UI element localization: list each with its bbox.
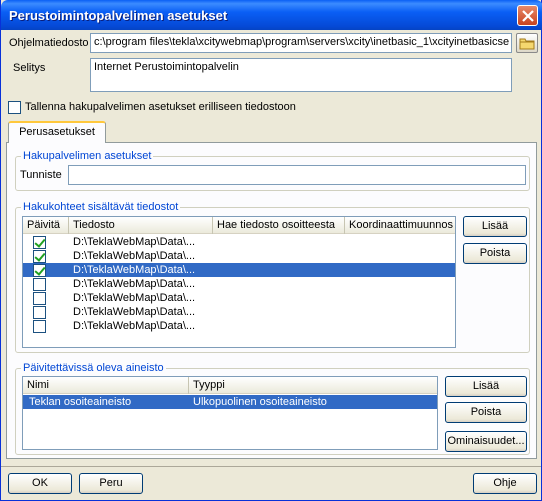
file-path-cell: D:\TeklaWebMap\Data\...: [73, 264, 196, 276]
title-bar: Perustoimintopalvelimen asetukset: [1, 0, 542, 30]
id-label: Tunniste: [20, 169, 62, 181]
update-checkbox[interactable]: [33, 278, 46, 291]
file-path-cell: D:\TeklaWebMap\Data\...: [73, 278, 196, 290]
material-group-title: Päivitettävissä oleva aineisto: [21, 362, 166, 374]
table-row[interactable]: D:\TeklaWebMap\Data\...: [23, 235, 455, 249]
table-row[interactable]: D:\TeklaWebMap\Data\...: [23, 249, 455, 263]
table-row[interactable]: Teklan osoiteaineisto Ulkopuolinen osoite…: [23, 395, 437, 409]
update-checkbox[interactable]: [33, 292, 46, 305]
tab-panel: Hakupalvelimen asetukset Tunniste Hakuko…: [6, 142, 537, 459]
files-group-title: Hakukohteet sisältävät tiedostot: [21, 201, 181, 213]
file-path-cell: D:\TeklaWebMap\Data\...: [73, 320, 196, 332]
table-row[interactable]: D:\TeklaWebMap\Data\...: [23, 305, 455, 319]
file-path-cell: D:\TeklaWebMap\Data\...: [73, 292, 196, 304]
update-checkbox[interactable]: [33, 306, 46, 319]
update-checkbox[interactable]: [33, 320, 46, 333]
table-row[interactable]: D:\TeklaWebMap\Data\...: [23, 277, 455, 291]
separate-settings-label: Tallenna hakupalvelimen asetukset erilli…: [25, 101, 296, 113]
files-remove-button[interactable]: Poista: [463, 243, 527, 264]
file-path-cell: D:\TeklaWebMap\Data\...: [73, 236, 196, 248]
separate-settings-checkbox[interactable]: [8, 101, 21, 114]
file-path-cell: D:\TeklaWebMap\Data\...: [73, 306, 196, 318]
ok-button[interactable]: OK: [8, 473, 72, 494]
table-row[interactable]: D:\TeklaWebMap\Data\...: [23, 291, 455, 305]
column-header-coordinate-transform[interactable]: Koordinaattimuunnos: [345, 217, 455, 234]
material-list-header: Nimi Tyyppi: [23, 377, 437, 394]
description-label: Selitys: [13, 62, 46, 74]
table-row[interactable]: D:\TeklaWebMap\Data\...: [23, 263, 455, 277]
cancel-button[interactable]: Peru: [79, 473, 143, 494]
table-row[interactable]: D:\TeklaWebMap\Data\...: [23, 319, 455, 333]
update-checkbox[interactable]: [33, 236, 46, 249]
file-path-cell: D:\TeklaWebMap\Data\...: [73, 250, 196, 262]
material-name-cell: Teklan osoiteaineisto: [29, 396, 132, 408]
tab-perusasetukset[interactable]: Perusasetukset: [8, 121, 106, 143]
column-header-fetch-address[interactable]: Hae tiedosto osoitteesta: [213, 217, 345, 234]
properties-button[interactable]: Ominaisuudet...: [445, 431, 527, 452]
close-button[interactable]: [517, 5, 538, 26]
id-input[interactable]: [68, 165, 526, 185]
browse-button[interactable]: [516, 33, 538, 53]
column-header-type[interactable]: Tyyppi: [189, 377, 437, 394]
help-button[interactable]: Ohje: [473, 473, 537, 494]
update-checkbox[interactable]: [33, 250, 46, 263]
material-type-cell: Ulkopuolinen osoiteaineisto: [193, 396, 327, 408]
files-list[interactable]: Päivitä Tiedosto Hae tiedosto osoitteest…: [22, 216, 456, 348]
material-remove-button[interactable]: Poista: [445, 402, 527, 423]
dialog-window: Perustoimintopalvelimen asetukset Ohjelm…: [0, 0, 542, 501]
material-add-button[interactable]: Lisää: [445, 376, 527, 397]
window-title: Perustoimintopalvelimen asetukset: [9, 8, 228, 23]
program-file-label: Ohjelmatiedosto: [9, 37, 89, 49]
update-checkbox[interactable]: [33, 264, 46, 277]
column-header-update[interactable]: Päivitä: [23, 217, 69, 234]
column-header-file[interactable]: Tiedosto: [69, 217, 213, 234]
description-field[interactable]: Internet Perustoimintopalvelin: [90, 58, 512, 92]
files-add-button[interactable]: Lisää: [463, 216, 527, 237]
footer-divider: [1, 466, 541, 467]
program-file-field[interactable]: c:\program files\tekla\xcitywebmap\progr…: [90, 33, 512, 53]
search-server-group-title: Hakupalvelimen asetukset: [21, 150, 154, 162]
column-header-name[interactable]: Nimi: [23, 377, 189, 394]
files-list-header: Päivitä Tiedosto Hae tiedosto osoitteest…: [23, 217, 455, 234]
material-list[interactable]: Nimi Tyyppi Teklan osoiteaineisto Ulkopuo…: [22, 376, 438, 450]
